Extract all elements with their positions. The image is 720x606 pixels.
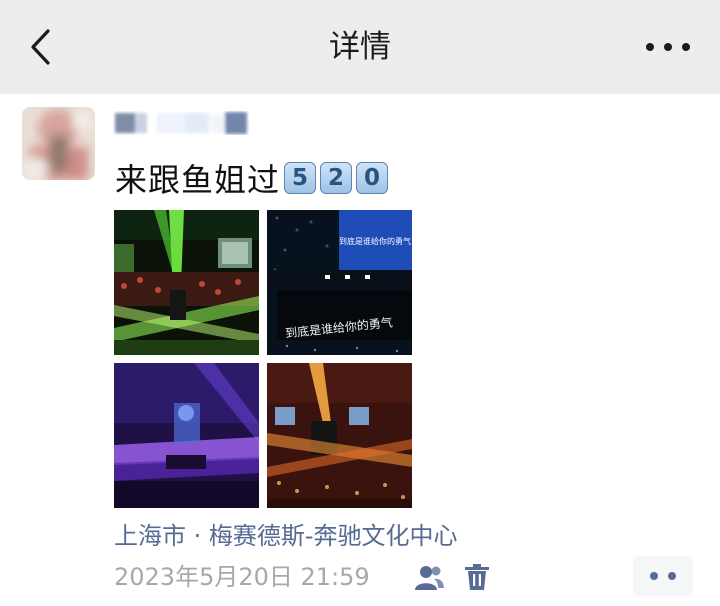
more-button[interactable] (646, 36, 690, 58)
concert-photo-screen-text[interactable]: 到底是谁给你的勇气 到底是谁给你的勇气 (267, 210, 412, 355)
keycap-digit-zero: 0 (356, 162, 389, 194)
comment-like-menu-button[interactable] (633, 556, 693, 596)
chevron-left-icon (31, 29, 50, 65)
concert-photo-purple-stage[interactable] (114, 363, 259, 508)
post-text: 来跟鱼姐过 5 2 0 (115, 158, 389, 199)
more-dots-icon (646, 43, 654, 51)
nav-bar: 详情 (0, 0, 720, 94)
privacy-visibility-button[interactable] (414, 563, 444, 591)
people-icon (415, 566, 444, 590)
keycap-digit-five: 5 (284, 162, 317, 194)
more-dots-icon (650, 572, 658, 580)
avatar[interactable] (22, 107, 95, 180)
username-redacted[interactable] (113, 111, 249, 135)
keycap-digit-two: 2 (320, 162, 353, 194)
trash-icon (465, 564, 489, 590)
concert-photo-orange-spotlight[interactable] (267, 363, 412, 508)
post-timestamp: 2023年5月20日 21:59 (114, 563, 370, 591)
screen-caption-top: 到底是谁给你的勇气 (339, 236, 411, 246)
page-title: 详情 (329, 29, 391, 65)
location-link[interactable]: 上海市 · 梅赛德斯-奔驰文化中心 (114, 520, 458, 552)
concert-photo-green-lasers[interactable] (114, 210, 259, 355)
delete-button[interactable] (464, 563, 490, 591)
back-button[interactable] (22, 27, 58, 67)
post-caption: 来跟鱼姐过 (115, 161, 281, 199)
